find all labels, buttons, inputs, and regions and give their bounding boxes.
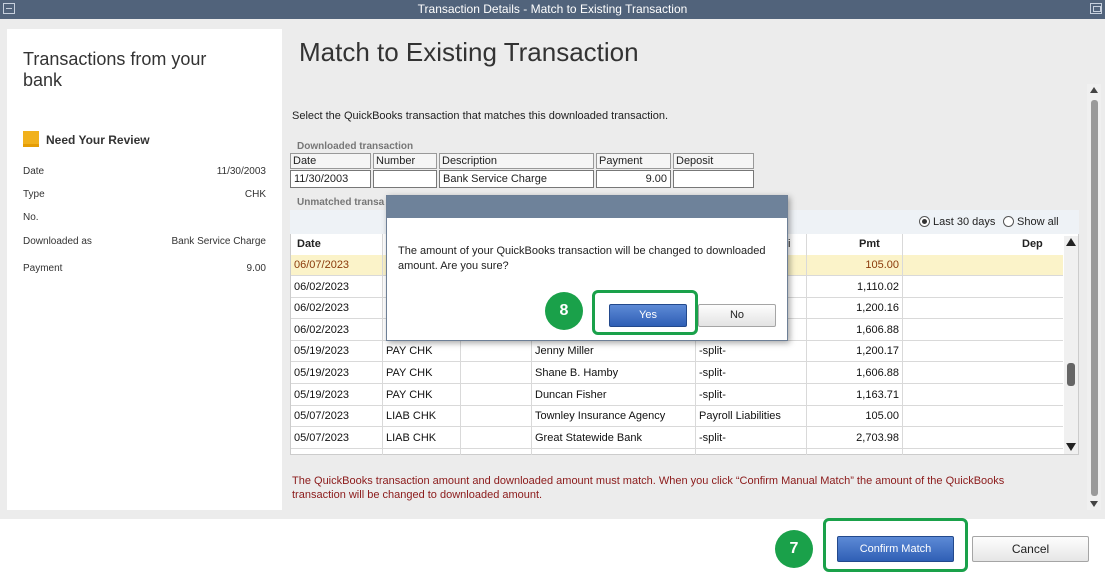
amount-warning-text: The QuickBooks transaction amount and do… — [292, 475, 1005, 501]
restore-window-icon[interactable] — [1090, 3, 1102, 14]
cell-pmt: 105.00 — [865, 410, 899, 423]
cancel-button[interactable]: Cancel — [972, 536, 1089, 562]
callout-step-8: 8 — [545, 292, 583, 330]
cell-account: Payroll Liabilities — [699, 410, 781, 423]
cell-date: 05/07/2023 — [294, 431, 350, 444]
radio-show-all[interactable]: Show all — [1003, 216, 1059, 228]
cell-type: PAY CHK — [386, 367, 433, 379]
page-title: Match to Existing Transaction — [299, 37, 639, 67]
field-value-downloaded-as: Bank Service Charge — [171, 236, 267, 247]
field-label-downloaded-as: Downloaded as — [23, 236, 92, 247]
left-panel-title: Transactions from your bank — [23, 49, 207, 90]
cell-date: 06/07/2023 — [294, 259, 350, 271]
cell-account: -split- — [699, 367, 726, 379]
field-label-no: No. — [23, 212, 39, 223]
cell-account: -split- — [699, 388, 726, 401]
cell-name: Townley Insurance Agency — [535, 410, 666, 423]
callout-highlight-yes — [592, 290, 698, 335]
no-button[interactable]: No — [698, 304, 776, 327]
column-header-pmt[interactable]: Pmt — [859, 238, 880, 250]
downloaded-number-value — [373, 170, 437, 188]
table-row[interactable]: 05/07/2023 LIAB CHK Townley Insurance Agen… — [291, 406, 1063, 428]
cell-pmt: 1,110.02 — [856, 280, 899, 293]
scroll-up-icon[interactable] — [1066, 238, 1076, 246]
field-label-type: Type — [23, 189, 45, 200]
review-label: Need Your Review — [46, 133, 150, 147]
cell-pmt: 1,200.16 — [856, 302, 899, 315]
scroll-down-icon[interactable] — [1066, 443, 1076, 451]
cell-date: 05/19/2023 — [294, 388, 350, 401]
window-title: Transaction Details - Match to Existing … — [417, 2, 688, 16]
dialog-scroll-thumb[interactable] — [1091, 100, 1098, 496]
confirm-dialog: The amount of your QuickBooks transactio… — [386, 195, 788, 341]
cell-name: Shane B. Hamby — [535, 367, 619, 379]
column-header-dep[interactable]: Dep — [1022, 238, 1043, 250]
column-header-account[interactable]: i — [788, 238, 790, 250]
dialog-scroll-down-icon[interactable] — [1090, 501, 1098, 507]
field-label-payment: Payment — [23, 263, 63, 274]
table-row[interactable]: 05/19/2023 PAY CHK Jenny Miller -split- 1,20… — [291, 341, 1063, 363]
cell-type: LIAB CHK — [386, 410, 437, 423]
cell-name: Great Statewide Bank — [535, 431, 643, 444]
review-folder-icon — [23, 131, 39, 147]
dialog-scroll-up-icon[interactable] — [1090, 87, 1098, 93]
cell-account: -split- — [699, 431, 726, 444]
cell-pmt: 2,703.98 — [856, 431, 899, 444]
confirm-dialog-titlebar[interactable] — [387, 196, 787, 218]
grid-scroll-thumb[interactable] — [1067, 363, 1075, 386]
title-bar: Transaction Details - Match to Existing … — [0, 0, 1105, 19]
table-row[interactable]: 05/19/2023 PAY CHK Shane B. Hamby -split- 1,… — [291, 363, 1063, 384]
cell-name: Jenny Miller — [535, 345, 594, 358]
cell-pmt: 1,163.71 — [856, 388, 899, 401]
callout-step-7: 7 — [775, 530, 813, 568]
instruction-text: Select the QuickBooks transaction that m… — [292, 110, 669, 122]
cell-date: 06/02/2023 — [294, 323, 350, 336]
cell-date: 05/19/2023 — [294, 367, 350, 379]
field-label-date: Date — [23, 166, 45, 177]
cell-pmt: 105.00 — [865, 259, 899, 271]
cell-pmt: 1,606.88 — [856, 323, 899, 336]
dialog-scrollbar[interactable] — [1087, 84, 1101, 510]
grid-scrollbar[interactable] — [1064, 236, 1078, 454]
field-value-date: 11/30/2003 — [216, 166, 266, 177]
cell-type: PAY CHK — [386, 345, 433, 358]
cell-date: 05/19/2023 — [294, 345, 350, 358]
cell-date: 06/02/2023 — [294, 280, 350, 293]
cell-pmt: 1,200.17 — [856, 345, 899, 358]
field-value-type: CHK — [244, 189, 266, 200]
cell-date: 06/02/2023 — [294, 302, 350, 315]
cell-type: PAY CHK — [386, 388, 433, 401]
downloaded-payment-value: 9.00 — [596, 170, 671, 188]
table-row[interactable]: 05/19/2023 PAY CHK Duncan Fisher -split- 1,1… — [291, 385, 1063, 406]
downloaded-header-date: Date — [290, 153, 371, 169]
table-row[interactable]: 05/07/2023 LIAB CHK Great Statewide Bank -s… — [291, 428, 1063, 449]
system-menu-icon[interactable] — [3, 3, 15, 14]
radio-show-all-label: Show all — [1017, 216, 1059, 228]
cell-pmt: 1,606.88 — [856, 367, 899, 379]
column-header-date[interactable]: Date — [297, 238, 321, 250]
downloaded-description-value: Bank Service Charge — [439, 170, 594, 188]
downloaded-header-number: Number — [373, 153, 437, 169]
unmatched-section-label: Unmatched transa — [297, 197, 385, 208]
cell-date: 05/07/2023 — [294, 410, 350, 423]
downloaded-section-label: Downloaded transaction — [297, 141, 414, 152]
field-value-payment: 9.00 — [246, 263, 266, 274]
radio-last-30-days[interactable]: Last 30 days — [919, 216, 995, 228]
downloaded-deposit-value — [673, 170, 754, 188]
downloaded-header-description: Description — [439, 153, 594, 169]
downloaded-header-deposit: Deposit — [673, 153, 754, 169]
cell-name: Duncan Fisher — [535, 388, 607, 401]
cell-type: LIAB CHK — [386, 431, 437, 444]
callout-highlight-confirm — [823, 518, 968, 572]
downloaded-header-payment: Payment — [596, 153, 671, 169]
cell-account: -split- — [699, 345, 726, 358]
radio-last-30-label: Last 30 days — [933, 216, 996, 228]
confirm-dialog-message: The amount of your QuickBooks transactio… — [398, 245, 766, 272]
downloaded-date-value: 11/30/2003 — [290, 170, 371, 188]
